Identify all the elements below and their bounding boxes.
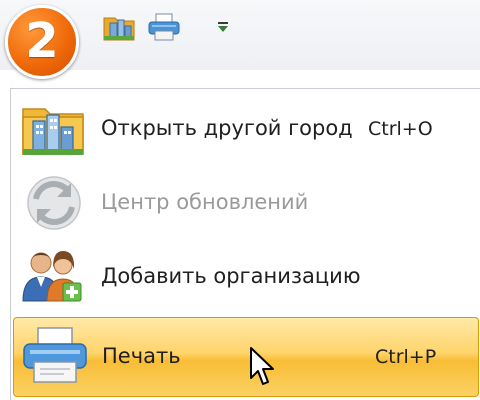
mouse-cursor-icon [250,347,274,385]
update-center-icon [27,176,81,230]
app-window: 2 Открыть другой город Ctrl+O Центр обно… [0,0,480,400]
printer-icon[interactable] [147,12,181,42]
printer-icon [23,327,87,383]
menu-item-add-organization[interactable]: Добавить организацию [11,241,480,313]
menu-item-label: Центр обновлений [101,190,309,214]
shortcut-label: Ctrl+O [368,118,433,140]
menu-item-label: Добавить организацию [101,264,361,288]
menu-item-update-center[interactable]: Центр обновлений [11,167,480,239]
application-menu-button[interactable]: 2 [5,5,79,79]
add-organization-icon [22,251,82,302]
menu-item-open-city[interactable]: Открыть другой город Ctrl+O [11,93,480,165]
shortcut-label: Ctrl+P [375,346,437,368]
menu-item-label: Открыть другой город [101,116,353,140]
open-city-icon [22,108,84,155]
application-menu: Открыть другой город Ctrl+O Центр обновл… [10,88,480,400]
customize-dropdown-icon[interactable] [212,14,234,38]
menu-item-label: Печать [102,344,181,368]
menu-item-print[interactable]: Печать Ctrl+P [13,317,479,397]
step-number: 2 [25,13,59,69]
city-folder-icon[interactable] [102,12,136,42]
